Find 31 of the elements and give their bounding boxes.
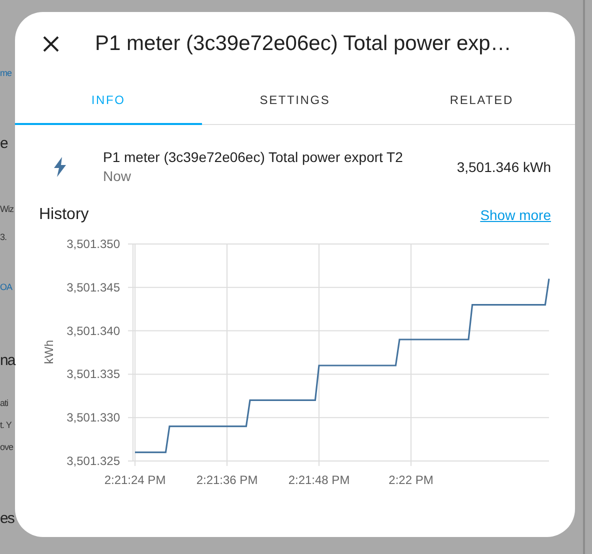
x-axis-label: 2:21:36 PM: [196, 473, 258, 487]
close-icon: [43, 36, 59, 52]
tab[interactable]: SETTINGS: [202, 76, 388, 125]
y-axis-label: 3,501.350: [66, 237, 120, 251]
dialog-title: P1 meter (3c39e72e06ec) Total power exp…: [95, 32, 512, 56]
y-axis-label: 3,501.335: [66, 367, 120, 382]
background-text: es: [0, 510, 14, 527]
background-text: 3.: [0, 232, 7, 242]
background-text: t. Y: [0, 420, 12, 430]
background-text: me: [0, 68, 12, 78]
tab[interactable]: RELATED: [388, 76, 576, 125]
close-button[interactable]: [41, 34, 61, 54]
y-axis-label: 3,501.340: [66, 324, 120, 338]
section-title: History: [39, 206, 89, 224]
background-text: na: [0, 352, 15, 369]
background-text: e: [0, 135, 8, 152]
background-text: OA: [0, 282, 12, 292]
background-text: ati: [0, 398, 8, 408]
y-axis-label: 3,501.325: [66, 454, 120, 468]
x-axis-label: 2:21:48 PM: [288, 473, 350, 487]
y-axis-label: 3,501.345: [66, 280, 120, 294]
lightning-icon: [53, 156, 67, 176]
last-changed: Now: [103, 168, 132, 184]
entity-name: P1 meter (3c39e72e06ec) Total power export T2: [103, 149, 404, 165]
background-text: ove: [0, 442, 14, 452]
y-axis-label: 3,501.330: [66, 410, 120, 425]
x-axis-label: 2:22 PM: [388, 473, 434, 487]
y-axis-title: kWh: [42, 340, 56, 364]
x-axis-label: 2:21:24 PM: [104, 473, 166, 487]
entity-state: 3,501.346 kWh: [456, 158, 551, 174]
background-text: Wiz: [0, 204, 14, 214]
